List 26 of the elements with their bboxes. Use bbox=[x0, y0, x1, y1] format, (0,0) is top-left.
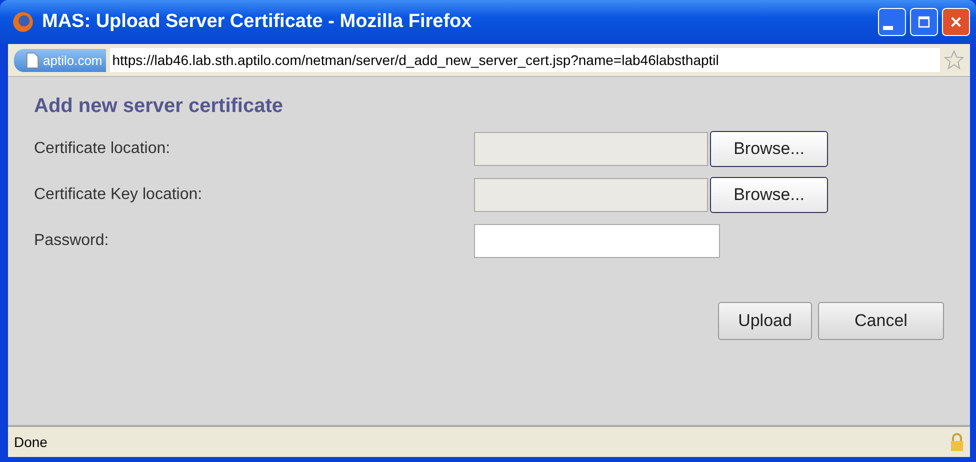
form-heading: Add new server certificate bbox=[34, 95, 284, 118]
form-button[interactable]: Upload bbox=[718, 302, 812, 340]
minimize-button[interactable] bbox=[878, 8, 906, 36]
minimize-icon bbox=[883, 26, 893, 30]
status-text: Done bbox=[14, 434, 48, 450]
window-title: MAS: Upload Server Certificate - Mozilla Firefox bbox=[42, 11, 473, 33]
star-icon[interactable] bbox=[944, 50, 964, 70]
maximize-button[interactable] bbox=[910, 8, 938, 36]
globe-icon bbox=[12, 11, 34, 33]
close-button[interactable] bbox=[942, 8, 970, 36]
password-field[interactable] bbox=[474, 224, 720, 258]
address-bar[interactable]: aptilo.com https://lab46.lab.sth.aptilo.com/netman/server/d_add_new_server_cert.jsp?name=lab46labsthaptil bbox=[8, 44, 970, 77]
field-label: Password: bbox=[34, 232, 110, 250]
close-icon bbox=[949, 15, 963, 29]
site-name: aptilo.com bbox=[43, 52, 102, 68]
page-icon bbox=[26, 52, 39, 68]
maximize-icon bbox=[917, 15, 931, 29]
padlock-icon bbox=[950, 432, 964, 452]
file-path-field[interactable] bbox=[474, 178, 708, 212]
browse-button[interactable]: Browse... bbox=[710, 131, 828, 167]
form-button[interactable]: Cancel bbox=[818, 302, 944, 340]
url-text: https://lab46.lab.sth.aptilo.com/netman/server/d_add_new_server_cert.jsp?name=lab46labsthaptil bbox=[110, 48, 940, 72]
browse-button[interactable]: Browse... bbox=[710, 177, 828, 213]
file-path-field[interactable] bbox=[474, 132, 708, 166]
field-label: Certificate Key location: bbox=[34, 186, 204, 204]
field-label: Certificate location: bbox=[34, 140, 172, 158]
